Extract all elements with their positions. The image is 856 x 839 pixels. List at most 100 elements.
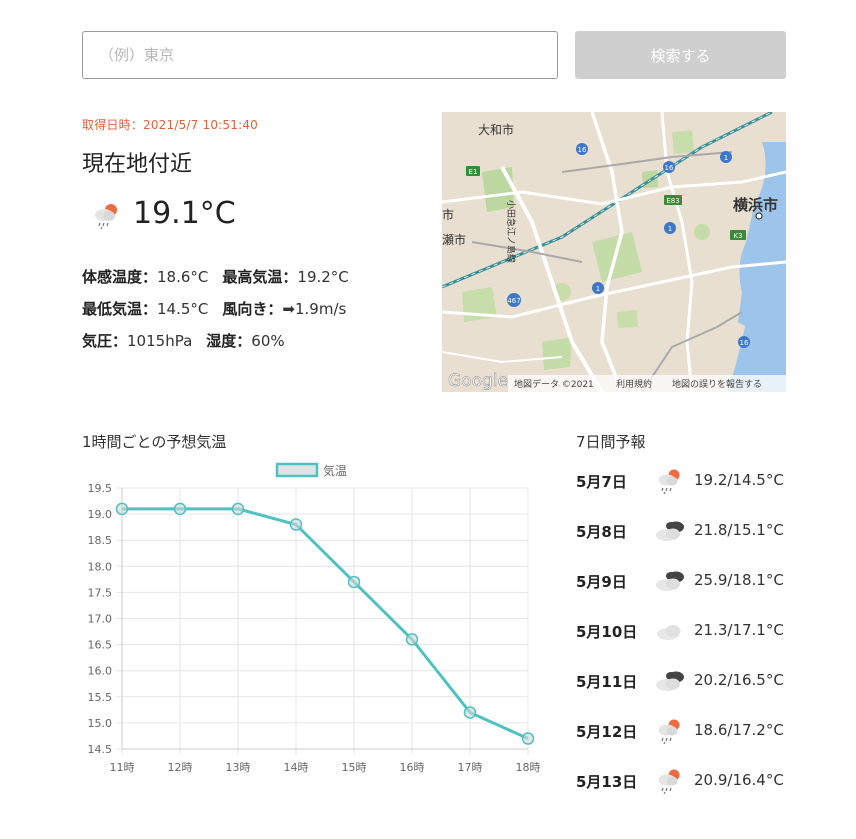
map-label-city-2: 瀬市 (442, 232, 466, 247)
current-temperature: 19.1°C (133, 196, 236, 231)
cloudy-icon (654, 516, 686, 546)
cloudy-icon (654, 566, 686, 596)
google-logo: Google (448, 371, 508, 391)
svg-text:1: 1 (596, 285, 600, 293)
map-label-yokohama: 横浜市 (733, 196, 778, 214)
data-point (405, 633, 419, 646)
y-tick-label: 15.0 (88, 717, 113, 730)
y-tick-label: 18.0 (88, 560, 113, 573)
forecast-date: 5月12日 (576, 723, 638, 741)
x-tick-label: 12時 (168, 761, 193, 774)
svg-text:1: 1 (668, 225, 672, 233)
forecast-temp-range: 20.2/16.5°C (694, 671, 784, 689)
feels-like-value: 18.6°C (157, 268, 209, 286)
data-point (115, 502, 129, 516)
location-title: 現在地付近 (82, 152, 193, 177)
max-temp-label: 最高気温： (222, 268, 298, 286)
detail-row-1: 体感温度：18.6°C 最高気温：19.2°C (82, 266, 349, 287)
x-tick-label: 16時 (400, 761, 425, 774)
svg-text:16: 16 (665, 164, 674, 172)
forecast-day-row: 5月12日 18.6/17.2°C (576, 716, 791, 746)
search-button[interactable]: 検索する (575, 31, 786, 79)
x-tick-label: 13時 (226, 761, 251, 774)
map-label-rail: 小田急江ノ島線 (505, 200, 517, 263)
city-search-input[interactable] (82, 31, 558, 79)
data-point (463, 706, 477, 719)
map-report-link[interactable]: 地図の誤りを報告する (672, 378, 762, 390)
data-point (521, 732, 535, 745)
forecast-temp-range: 21.3/17.1°C (694, 621, 784, 639)
forecast-day-row: 5月7日 19.2/14.5°C (576, 466, 791, 496)
rain-sun-icon (95, 204, 117, 230)
forecast-date: 5月9日 (576, 573, 627, 591)
detail-row-2: 最低気温：14.5°C 風向き：➡1.9m/s (82, 298, 346, 319)
rain-sun-icon (654, 716, 686, 746)
forecast-date: 5月13日 (576, 773, 638, 791)
forecast-day-row: 5月8日 21.8/15.1°C (576, 516, 791, 546)
location-map[interactable]: 16 16 1 E1 E83 1 K3 1 467 16 大和市 横浜市 市 瀬… (442, 112, 786, 392)
legend-swatch (275, 462, 319, 478)
forecast-date: 5月7日 (576, 473, 627, 491)
min-temp-label: 最低気温： (82, 300, 158, 318)
y-tick-label: 14.5 (88, 743, 113, 756)
data-point (173, 502, 187, 516)
x-tick-label: 14時 (284, 761, 309, 774)
svg-text:1: 1 (724, 154, 728, 162)
wind-arrow-icon: ➡ (282, 300, 295, 318)
wind-label: 風向き： (222, 300, 283, 318)
data-point (231, 502, 245, 516)
hourly-chart-title: 1時間ごとの予想気温 (82, 433, 227, 451)
hourly-temperature-chart: 気温 19.5 19.0 18.5 18.0 17.5 17.0 16.5 16.0 15.5 15… (88, 462, 541, 774)
max-temp-value: 19.2°C (297, 268, 349, 286)
map-terms-link[interactable]: 利用規約 (616, 378, 652, 390)
forecast-temp-range: 19.2/14.5°C (694, 471, 784, 489)
temperature-series-line (122, 507, 529, 740)
forecast-day-row: 5月10日 21.3/17.1°C (576, 616, 791, 646)
svg-text:467: 467 (507, 297, 520, 305)
pressure-value: 1015hPa (127, 332, 193, 350)
cloud-icon (654, 616, 686, 646)
svg-text:16: 16 (578, 146, 587, 154)
svg-text:E83: E83 (666, 197, 679, 205)
y-tick-label: 16.5 (88, 639, 113, 652)
forecast-day-row: 5月11日 20.2/16.5°C (576, 666, 791, 696)
forecast-temp-range: 21.8/15.1°C (694, 521, 784, 539)
min-temp-value: 14.5°C (157, 300, 209, 318)
forecast-date: 5月10日 (576, 623, 638, 641)
forecast-temp-range: 18.6/17.2°C (694, 721, 784, 739)
map-attribution: 地図データ ©2021 (514, 378, 594, 390)
fetch-timestamp: 取得日時：2021/5/7 10:51:40 (82, 118, 259, 132)
map-label-city-1: 市 (442, 207, 454, 222)
map-label-yamato: 大和市 (478, 122, 514, 137)
humidity-label: 湿度： (206, 332, 252, 350)
forecast-date: 5月11日 (576, 673, 638, 691)
forecast-temp-range: 20.9/16.4°C (694, 771, 784, 789)
forecast-day-row: 5月13日 20.9/16.4°C (576, 766, 791, 796)
pressure-label: 気圧： (82, 332, 128, 350)
svg-text:16: 16 (740, 339, 749, 347)
x-tick-label: 11時 (110, 761, 135, 774)
humidity-value: 60% (251, 332, 285, 350)
x-tick-label: 15時 (342, 761, 367, 774)
y-tick-label: 19.0 (88, 508, 113, 521)
y-tick-label: 17.0 (88, 613, 113, 626)
x-tick-label: 17時 (458, 761, 483, 774)
svg-text:E1: E1 (469, 168, 478, 176)
rain-sun-icon (654, 466, 686, 496)
data-point (289, 518, 303, 531)
data-point (347, 575, 361, 589)
cloudy-icon (654, 666, 686, 696)
y-tick-label: 15.5 (88, 691, 113, 704)
feels-like-label: 体感温度： (82, 268, 158, 286)
forecast-day-row: 5月9日 25.9/18.1°C (576, 566, 791, 596)
wind-value: 1.9m/s (294, 300, 347, 318)
y-tick-label: 18.5 (88, 534, 113, 547)
y-tick-label: 16.0 (88, 665, 113, 678)
weekly-title: 7日間予報 (576, 433, 646, 451)
svg-text:K3: K3 (733, 232, 742, 240)
rain-sun-icon (654, 766, 686, 796)
y-tick-label: 17.5 (88, 586, 113, 599)
detail-row-3: 気圧：1015hPa 湿度：60% (82, 330, 285, 351)
legend-label: 気温 (323, 463, 347, 478)
y-tick-label: 19.5 (88, 482, 113, 495)
